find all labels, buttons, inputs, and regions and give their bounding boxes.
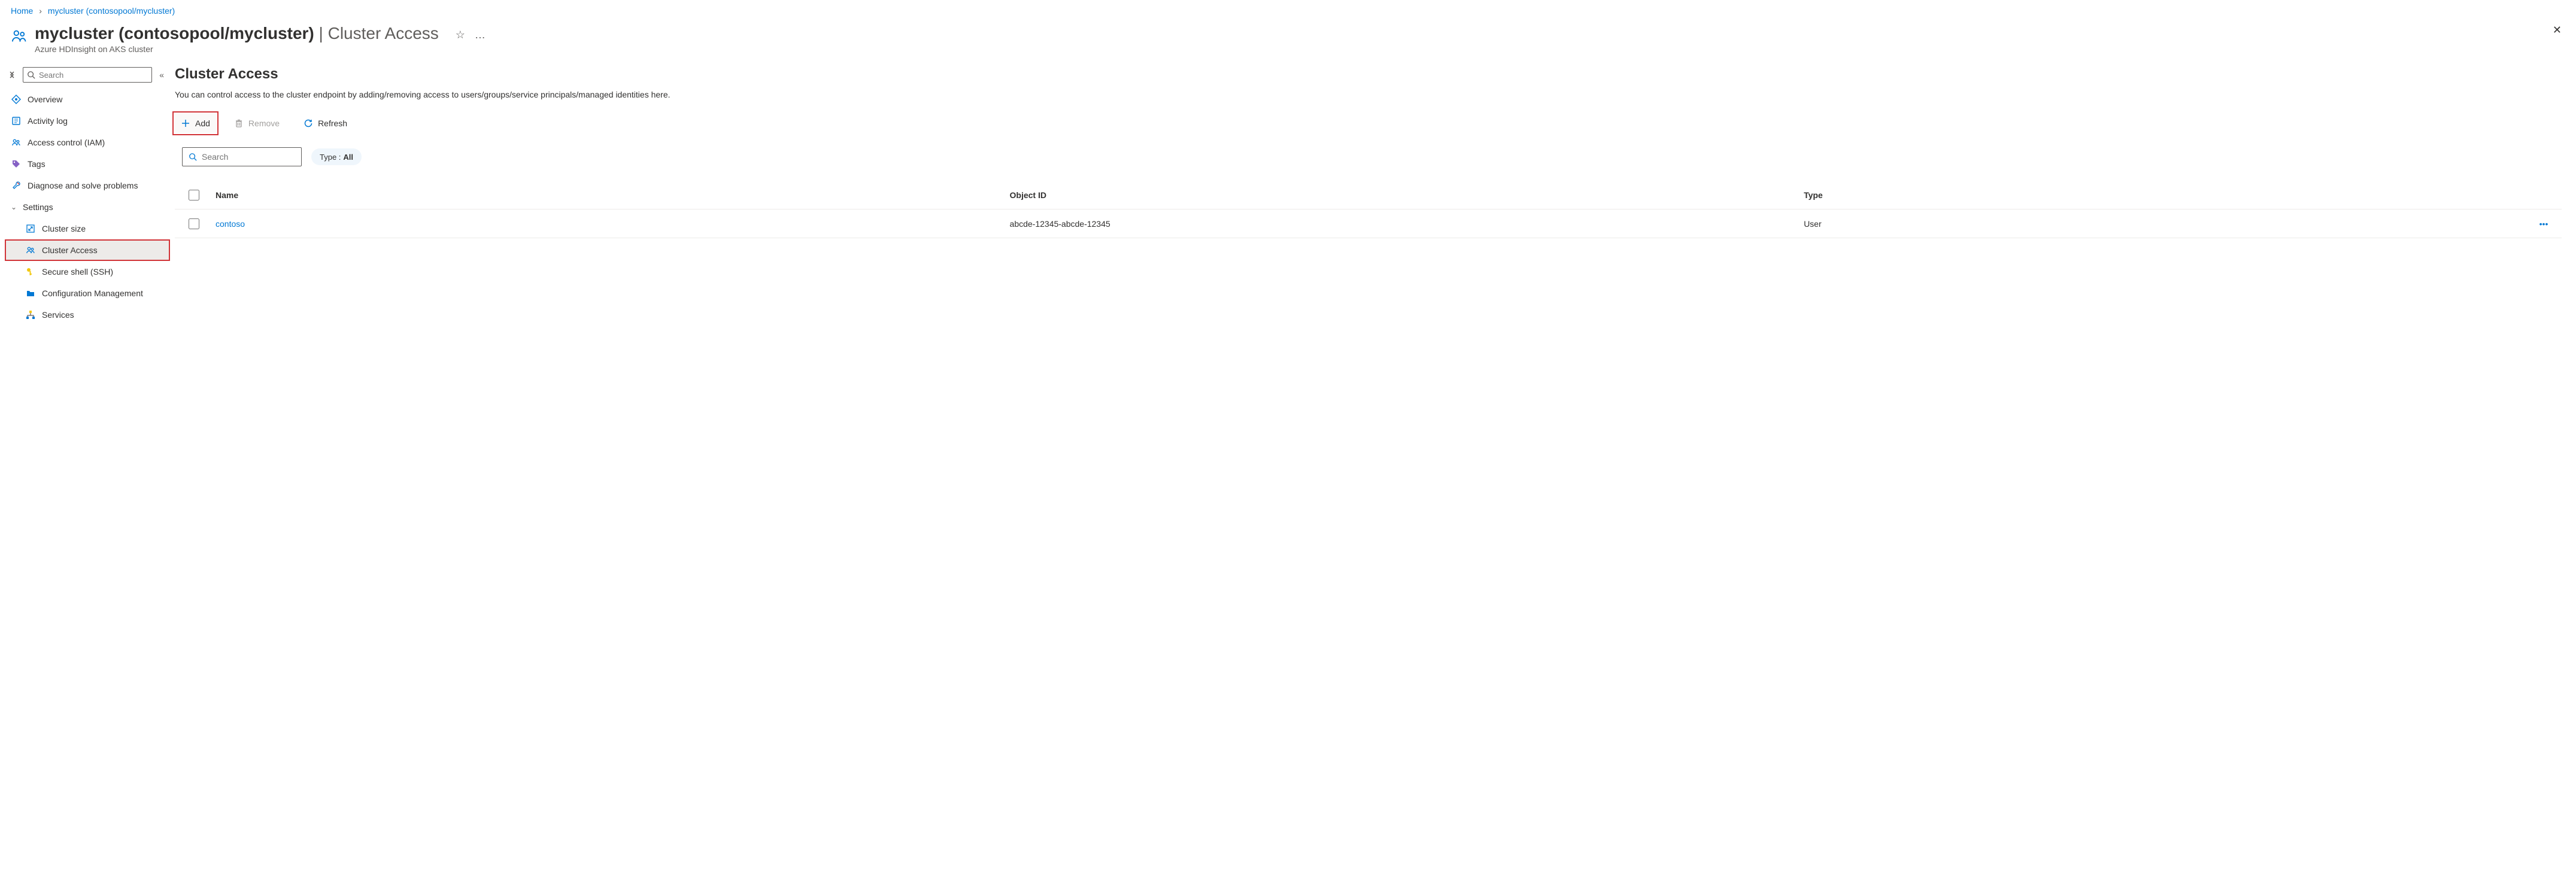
sidebar-item-label: Secure shell (SSH): [42, 267, 113, 277]
main-pane: Cluster Access You can control access to…: [170, 66, 2576, 326]
favorite-star-icon[interactable]: ☆: [456, 29, 465, 41]
page-subtitle: Azure HDInsight on AKS cluster: [35, 44, 439, 54]
sidebar-item-label: Activity log: [28, 116, 68, 126]
type-filter-label: Type :: [320, 153, 341, 162]
services-icon: [25, 310, 36, 320]
column-header-type[interactable]: Type: [1804, 190, 2526, 200]
plus-icon: [181, 119, 190, 128]
column-header-object-id[interactable]: Object ID: [1010, 190, 1804, 200]
refresh-icon: [304, 119, 313, 128]
wrench-icon: [11, 181, 22, 190]
breadcrumb-home[interactable]: Home: [11, 6, 33, 16]
filter-search-field[interactable]: [202, 152, 295, 162]
main-description: You can control access to the cluster en…: [175, 90, 2562, 99]
sidebar-item-ssh[interactable]: Secure shell (SSH): [5, 261, 170, 282]
sidebar-item-label: Services: [42, 310, 74, 320]
resize-icon: [25, 224, 36, 233]
filter-row: Type : All: [175, 147, 2562, 166]
people-icon: [11, 28, 28, 44]
sidebar: « Overview Activity log Access control (…: [0, 66, 170, 326]
sidebar-item-label: Cluster size: [42, 224, 86, 233]
sidebar-search-field[interactable]: [39, 71, 148, 80]
sidebar-item-activity-log[interactable]: Activity log: [5, 110, 170, 132]
page-title-divider: |: [319, 24, 328, 42]
close-icon[interactable]: ✕: [2553, 24, 2562, 37]
access-table: Name Object ID Type contoso abcde-12345-…: [175, 181, 2562, 238]
overview-icon: [11, 95, 22, 104]
row-object-id: abcde-12345-abcde-12345: [1010, 219, 1804, 229]
sidebar-item-cluster-size[interactable]: Cluster size: [5, 218, 170, 239]
chevron-down-icon: ⌄: [11, 203, 18, 211]
row-name-link[interactable]: contoso: [213, 219, 1010, 229]
remove-label: Remove: [248, 119, 280, 128]
type-filter-pill[interactable]: Type : All: [311, 148, 362, 165]
table-row: contoso abcde-12345-abcde-12345 User •••: [175, 209, 2562, 238]
page-header: mycluster (contosopool/mycluster) | Clus…: [0, 22, 2576, 66]
sidebar-item-iam[interactable]: Access control (IAM): [5, 132, 170, 153]
sidebar-section-settings[interactable]: ⌄ Settings: [5, 196, 170, 218]
search-icon: [27, 71, 35, 79]
sidebar-item-overview[interactable]: Overview: [5, 89, 170, 110]
more-actions-icon[interactable]: …: [475, 29, 487, 41]
add-button[interactable]: Add: [175, 114, 216, 133]
row-type: User: [1804, 219, 2526, 229]
folder-icon: [25, 288, 36, 298]
select-all-checkbox[interactable]: [189, 190, 199, 200]
table-header: Name Object ID Type: [175, 181, 2562, 209]
people-small-icon: [25, 245, 36, 255]
row-actions-icon[interactable]: •••: [2526, 219, 2562, 229]
log-icon: [11, 116, 22, 126]
sidebar-item-label: Overview: [28, 95, 62, 104]
search-icon: [189, 153, 197, 161]
row-checkbox[interactable]: [189, 218, 199, 229]
sidebar-section-label: Settings: [23, 202, 53, 212]
sidebar-item-cluster-access[interactable]: Cluster Access: [5, 239, 170, 261]
toolbar: Add Remove Refresh: [175, 114, 2562, 133]
sidebar-collapse-icon[interactable]: «: [157, 70, 166, 80]
breadcrumb-separator: ›: [39, 6, 42, 16]
sidebar-caret-icon[interactable]: [8, 71, 18, 78]
page-title-main: mycluster (contosopool/mycluster): [35, 24, 314, 42]
sidebar-item-label: Access control (IAM): [28, 138, 105, 147]
page-title-section: Cluster Access: [328, 24, 439, 42]
page-title: mycluster (contosopool/mycluster) | Clus…: [35, 24, 439, 43]
key-icon: [25, 267, 36, 277]
sidebar-item-label: Diagnose and solve problems: [28, 181, 138, 190]
sidebar-item-config-mgmt[interactable]: Configuration Management: [5, 282, 170, 304]
sidebar-item-label: Tags: [28, 159, 45, 169]
filter-search-input[interactable]: [182, 147, 302, 166]
sidebar-item-label: Cluster Access: [42, 245, 98, 255]
sidebar-search-input[interactable]: [23, 67, 152, 83]
type-filter-value: All: [343, 153, 353, 162]
sidebar-item-tags[interactable]: Tags: [5, 153, 170, 175]
remove-button: Remove: [228, 114, 286, 133]
refresh-button[interactable]: Refresh: [298, 114, 353, 133]
people-small-icon: [11, 138, 22, 147]
breadcrumb-resource[interactable]: mycluster (contosopool/mycluster): [48, 6, 175, 16]
breadcrumb: Home › mycluster (contosopool/mycluster): [0, 0, 2576, 22]
sidebar-item-label: Configuration Management: [42, 288, 143, 298]
column-header-name[interactable]: Name: [213, 190, 1010, 200]
sidebar-item-diagnose[interactable]: Diagnose and solve problems: [5, 175, 170, 196]
trash-icon: [234, 119, 244, 128]
tag-icon: [11, 159, 22, 169]
refresh-label: Refresh: [318, 119, 347, 128]
sidebar-item-services[interactable]: Services: [5, 304, 170, 326]
add-label: Add: [195, 119, 210, 128]
main-heading: Cluster Access: [175, 66, 2562, 83]
